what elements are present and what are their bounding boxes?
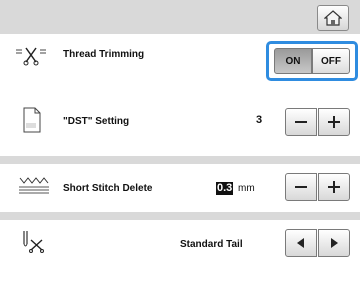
tail-setting-row: Standard Tail xyxy=(0,221,360,267)
tail-setting-value: Standard Tail xyxy=(180,239,243,250)
short-stitch-unit: mm xyxy=(238,183,255,194)
tail-next-button[interactable] xyxy=(318,229,350,257)
home-icon xyxy=(324,10,342,26)
short-stitch-increase-button[interactable] xyxy=(318,173,350,201)
thread-tail-icon xyxy=(23,231,44,253)
thread-trimming-toggle: ON OFF xyxy=(266,41,358,81)
short-stitch-icon xyxy=(19,177,49,194)
tail-panel: Standard Tail xyxy=(0,220,360,284)
short-stitch-label: Short Stitch Delete xyxy=(63,183,153,194)
dst-setting-label: "DST" Setting xyxy=(63,116,130,127)
short-stitch-row: Short Stitch Delete 0.3 mm xyxy=(0,165,360,211)
thread-trimming-label: Thread Trimming xyxy=(63,49,145,60)
arrow-right-icon xyxy=(331,238,338,248)
tail-previous-button[interactable] xyxy=(285,229,317,257)
dst-setting-row: "DST" Setting 3 xyxy=(0,102,360,148)
minus-icon xyxy=(295,121,307,123)
plus-icon xyxy=(328,116,340,128)
short-stitch-decrease-button[interactable] xyxy=(285,173,317,201)
dst-setting-value: 3 xyxy=(256,114,263,126)
short-stitch-value: 0.3 xyxy=(216,182,234,195)
on-button[interactable]: ON xyxy=(274,48,312,74)
panel-divider xyxy=(0,156,360,164)
off-button[interactable]: OFF xyxy=(312,48,350,74)
dst-file-icon xyxy=(23,107,41,133)
plus-icon xyxy=(328,181,340,193)
thread-trimming-icon xyxy=(16,47,46,66)
thread-trimming-row: Thread Trimming ON OFF xyxy=(0,40,360,86)
top-bar xyxy=(0,0,360,34)
trimming-panel: Thread Trimming ON OFF "DST" Setting 3 xyxy=(0,34,360,156)
panel-divider xyxy=(0,212,360,220)
dst-decrease-button[interactable] xyxy=(285,108,317,136)
minus-icon xyxy=(295,186,307,188)
home-button[interactable] xyxy=(317,5,349,31)
short-stitch-panel: Short Stitch Delete 0.3 mm xyxy=(0,164,360,212)
arrow-left-icon xyxy=(297,238,304,248)
dst-increase-button[interactable] xyxy=(318,108,350,136)
